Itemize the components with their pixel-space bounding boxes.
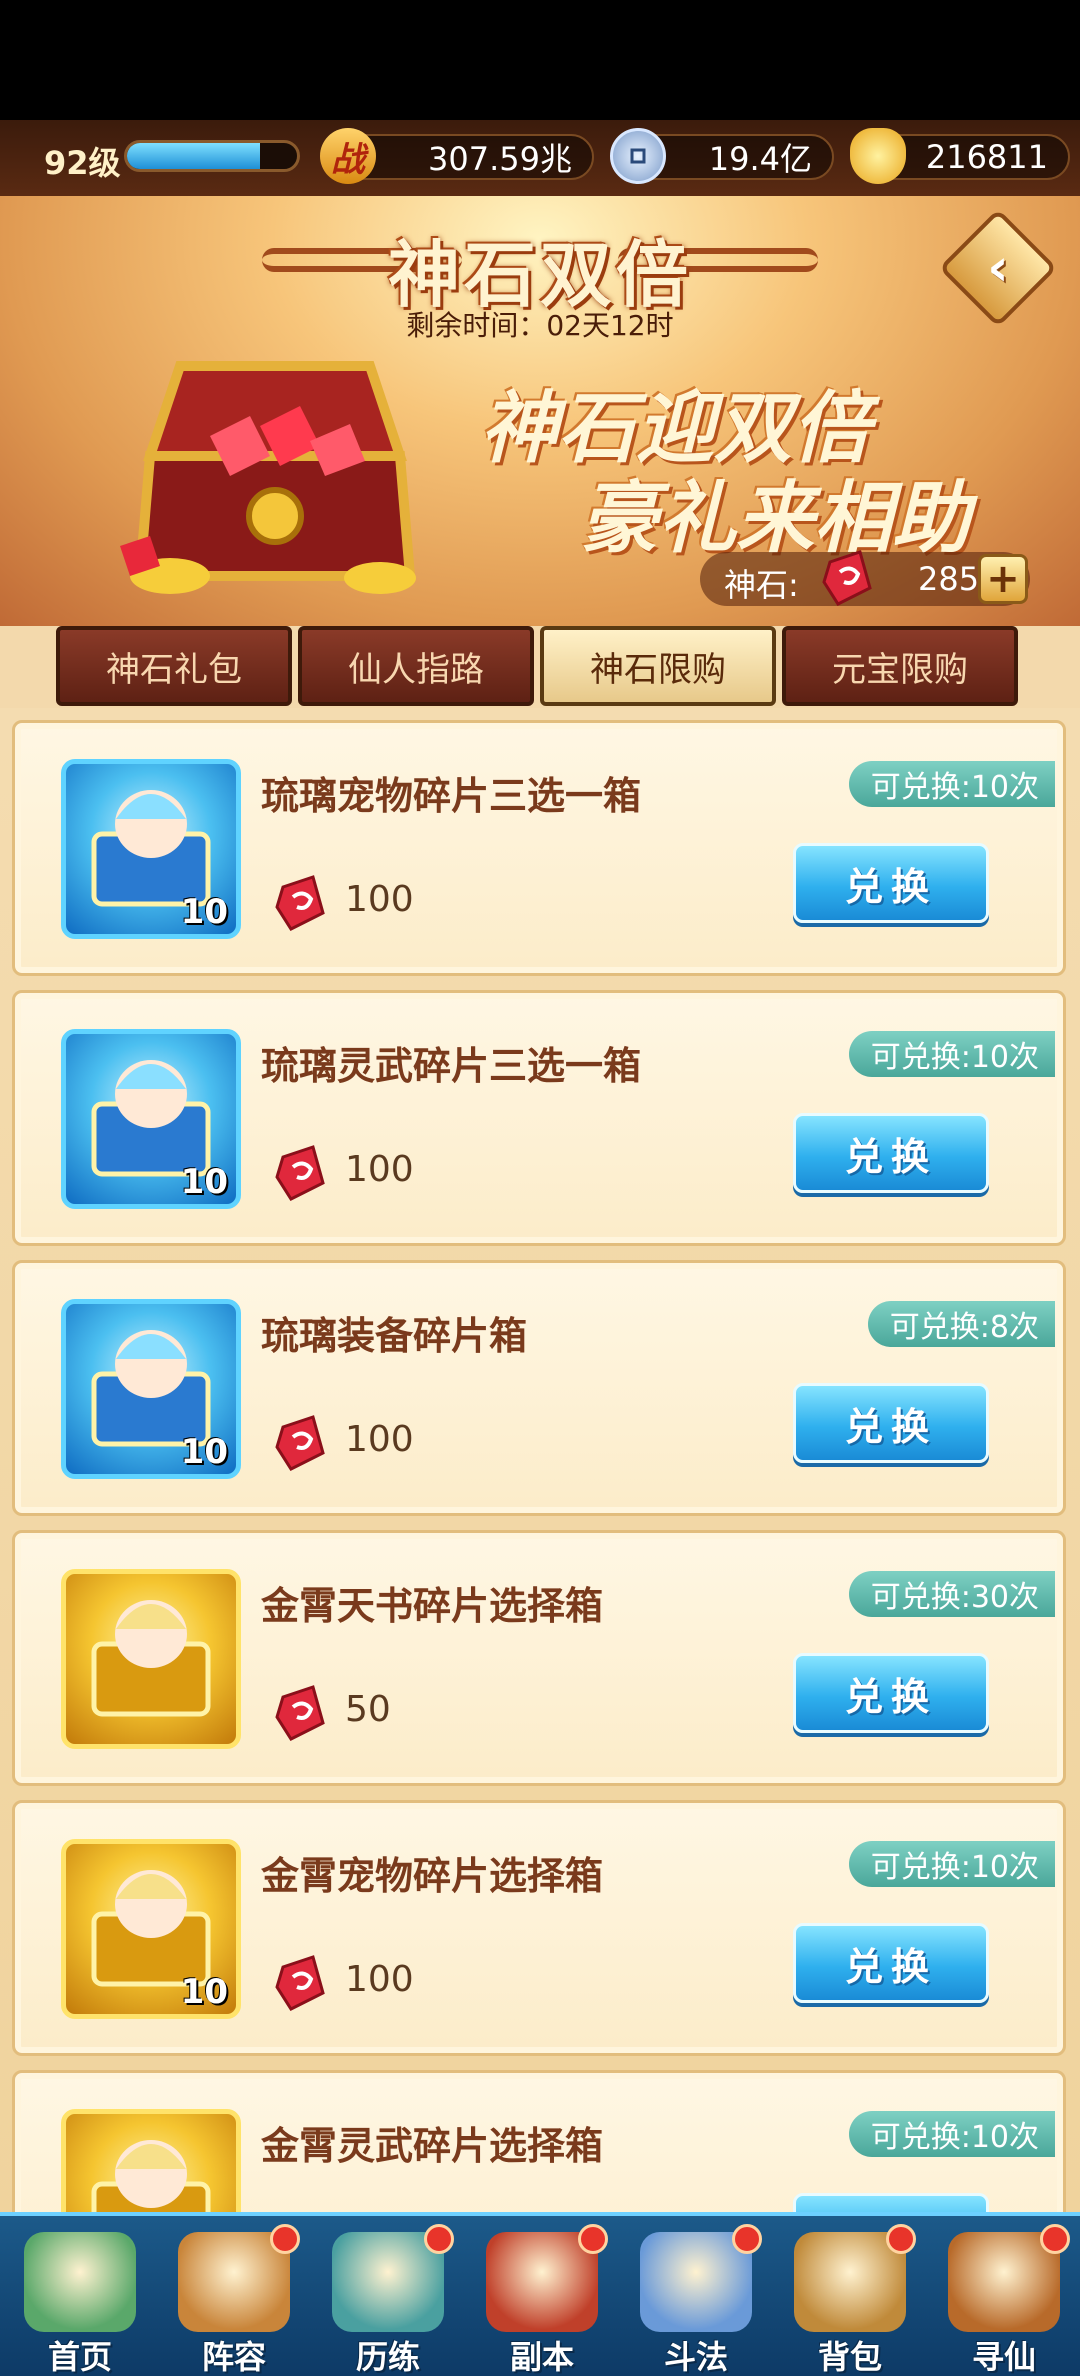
gold-pet-chest-icon[interactable]: 10 bbox=[61, 1839, 241, 2019]
notification-dot bbox=[270, 2224, 300, 2254]
list-item: 10 琉璃装备碎片箱 100 可兑换:8次兑换 bbox=[12, 1260, 1066, 1516]
combat-power-value: 307.59兆 bbox=[428, 140, 572, 178]
tab-god-stone-gift[interactable]: 神石礼包 bbox=[56, 626, 292, 706]
god-stone-icon bbox=[275, 1685, 325, 1741]
event-banner: 神石双倍 剩余时间：02天12时 ‹ 神石迎双倍 豪礼来相助 神石: 2852 … bbox=[0, 196, 1080, 626]
add-god-stone-button[interactable]: + bbox=[978, 554, 1028, 604]
list-item: 10 金霄宠物碎片选择箱 100 可兑换:10次兑换 bbox=[12, 1800, 1066, 2056]
list-item: 10 琉璃灵武碎片三选一箱 100 可兑换:10次兑换 bbox=[12, 990, 1066, 1246]
coin-value: 19.4亿 bbox=[708, 140, 812, 178]
nav-home[interactable]: 首页 bbox=[4, 2224, 156, 2376]
item-name: 金霄宠物碎片选择箱 bbox=[261, 1854, 604, 1898]
nav-label: 寻仙 bbox=[971, 2338, 1036, 2376]
list-item: 10 琉璃宠物碎片三选一箱 100 可兑换:10次兑换 bbox=[12, 720, 1066, 976]
exchange-limit-badge: 可兑换:10次 bbox=[848, 761, 1055, 807]
nav-label: 背包 bbox=[817, 2338, 882, 2376]
item-name: 琉璃灵武碎片三选一箱 bbox=[261, 1044, 642, 1088]
notification-dot bbox=[1040, 2224, 1070, 2254]
nav-label: 阵容 bbox=[201, 2338, 266, 2376]
exchange-button[interactable]: 兑换 bbox=[793, 1383, 989, 1463]
back-arrow-icon[interactable]: ‹ bbox=[956, 226, 1040, 310]
god-stone-balance: 神石: 2852 + bbox=[700, 550, 1030, 606]
gold-book-bag-icon[interactable] bbox=[61, 1569, 241, 1749]
notification-dot bbox=[732, 2224, 762, 2254]
notification-dot bbox=[886, 2224, 916, 2254]
item-name: 金霄天书碎片选择箱 bbox=[261, 1584, 604, 1628]
item-quantity: 10 bbox=[180, 1972, 228, 2012]
nav-seek-immortal[interactable]: 寻仙 bbox=[928, 2224, 1080, 2376]
combat-power-pill: 307.59兆 bbox=[342, 134, 594, 180]
item-name: 琉璃宠物碎片三选一箱 bbox=[261, 774, 642, 818]
item-cost: 100 bbox=[345, 879, 414, 920]
coin-icon bbox=[610, 128, 666, 184]
item-quantity: 10 bbox=[180, 892, 228, 932]
item-quantity: 10 bbox=[180, 1162, 228, 1202]
tab-immortal-guide[interactable]: 仙人指路 bbox=[298, 626, 534, 706]
god-stone-icon bbox=[275, 1955, 325, 2011]
shop-tabs: 神石礼包 仙人指路 神石限购 元宝限购 bbox=[0, 626, 1080, 708]
resource-bar: 92级 307.59兆 战 19.4亿 216811 bbox=[0, 120, 1080, 196]
exchange-limit-badge: 可兑换:30次 bbox=[848, 1571, 1055, 1617]
exchange-button[interactable]: 兑换 bbox=[793, 1653, 989, 1733]
nav-lineup[interactable]: 阵容 bbox=[158, 2224, 310, 2376]
exchange-button[interactable]: 兑换 bbox=[793, 1923, 989, 2003]
exchange-limit-badge: 可兑换:10次 bbox=[848, 1031, 1055, 1077]
system-status-bar bbox=[0, 0, 1080, 120]
tab-god-stone-limited[interactable]: 神石限购 bbox=[540, 626, 776, 706]
blue-equipment-chest-icon[interactable]: 10 bbox=[61, 1299, 241, 1479]
player-level: 92级 bbox=[44, 144, 121, 182]
event-countdown: 剩余时间：02天12时 bbox=[406, 309, 674, 342]
notification-dot bbox=[578, 2224, 608, 2254]
ingot-value: 216811 bbox=[925, 138, 1048, 176]
list-item: 金霄天书碎片选择箱 50 可兑换:30次兑换 bbox=[12, 1530, 1066, 1786]
god-stone-icon bbox=[275, 875, 325, 931]
item-name: 金霄灵武碎片选择箱 bbox=[261, 2124, 604, 2168]
treasure-chest-icon bbox=[120, 361, 416, 594]
notification-dot bbox=[424, 2224, 454, 2254]
item-cost: 100 bbox=[345, 1959, 414, 2000]
exchange-item-list[interactable]: 10 琉璃宠物碎片三选一箱 100 可兑换:10次 兑换 10 琉璃灵武碎片三选一箱 100 可… bbox=[0, 708, 1080, 2212]
item-name: 琉璃装备碎片箱 bbox=[261, 1314, 528, 1358]
exp-progress-bar bbox=[124, 140, 300, 172]
nav-label: 斗法 bbox=[663, 2338, 728, 2376]
nav-backpack[interactable]: 背包 bbox=[774, 2224, 926, 2376]
list-item: 金霄灵武碎片选择箱 可兑换:10次兑换 bbox=[12, 2070, 1066, 2212]
god-stone-icon bbox=[822, 550, 872, 606]
exchange-limit-badge: 可兑换:10次 bbox=[848, 1841, 1055, 1887]
bottom-navigation: 首页 阵容 历练 副本 斗法 背包 寻仙 bbox=[0, 2212, 1080, 2376]
god-stone-label: 神石: bbox=[724, 566, 799, 604]
exchange-button[interactable]: 兑换 bbox=[793, 843, 989, 923]
exp-progress-fill bbox=[127, 143, 260, 169]
nav-label: 副本 bbox=[509, 2338, 574, 2376]
god-stone-icon bbox=[275, 1145, 325, 1201]
nav-battle[interactable]: 斗法 bbox=[620, 2224, 772, 2376]
exchange-button[interactable]: 兑换 bbox=[793, 1113, 989, 1193]
item-cost: 100 bbox=[345, 1419, 414, 1460]
nav-training[interactable]: 历练 bbox=[312, 2224, 464, 2376]
home-icon bbox=[24, 2232, 136, 2332]
item-quantity: 10 bbox=[180, 1432, 228, 1472]
nav-label: 首页 bbox=[47, 2338, 112, 2376]
blue-weapon-chest-icon[interactable]: 10 bbox=[61, 1029, 241, 1209]
item-cost: 50 bbox=[345, 1689, 391, 1730]
gold-weapon-chest-icon[interactable] bbox=[61, 2109, 241, 2212]
god-stone-icon bbox=[275, 1415, 325, 1471]
blue-pet-chest-icon[interactable]: 10 bbox=[61, 759, 241, 939]
nav-dungeon[interactable]: 副本 bbox=[466, 2224, 618, 2376]
exchange-button[interactable]: 兑换 bbox=[793, 2193, 989, 2212]
exchange-limit-badge: 可兑换:8次 bbox=[867, 1301, 1055, 1347]
ingot-icon bbox=[850, 128, 906, 184]
nav-label: 历练 bbox=[355, 2338, 420, 2376]
combat-power-icon: 战 bbox=[320, 128, 376, 184]
exchange-limit-badge: 可兑换:10次 bbox=[848, 2111, 1055, 2157]
item-cost: 100 bbox=[345, 1149, 414, 1190]
tab-ingot-limited[interactable]: 元宝限购 bbox=[782, 626, 1018, 706]
